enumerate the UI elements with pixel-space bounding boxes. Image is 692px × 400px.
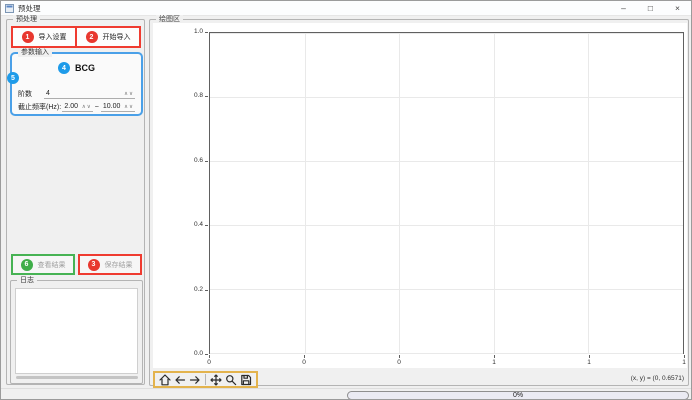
order-label: 阶数 xyxy=(18,89,44,99)
y-gridline xyxy=(210,97,683,98)
mode-row: 4 BCG xyxy=(12,62,141,74)
marker-3: 3 xyxy=(88,259,100,271)
cutoff-range-separator: ~ xyxy=(93,104,101,112)
home-icon[interactable] xyxy=(159,374,171,386)
y-tick-label: 0.8 xyxy=(153,92,203,99)
order-row: 阶数 4 ∧∨ xyxy=(18,88,135,99)
marker-5: 5 xyxy=(7,72,19,84)
spinner-arrows-icon[interactable]: ∧∨ xyxy=(124,91,134,97)
minimize-button[interactable]: – xyxy=(610,1,637,16)
preprocess-group: 预处理 1 导入设置 2 开始导入 参数输入 4 BCG 5 阶数 xyxy=(6,19,145,385)
status-bar: 0% xyxy=(1,388,692,400)
spinner-arrows-icon[interactable]: ∧∨ xyxy=(124,104,134,110)
pan-icon[interactable] xyxy=(210,374,222,386)
cutoff-low-spinbox[interactable]: 2.00 ∧∨ xyxy=(62,101,92,112)
y-tick-label: 1.0 xyxy=(153,28,203,35)
order-spinbox[interactable]: 4 ∧∨ xyxy=(44,88,135,99)
window-title: 预处理 xyxy=(18,3,41,14)
close-button[interactable]: × xyxy=(664,1,691,16)
title-bar: 预处理 – □ × xyxy=(1,1,691,16)
window-controls: – □ × xyxy=(610,1,691,16)
y-tick-label: 0.6 xyxy=(153,157,203,164)
plot-axes xyxy=(209,32,684,354)
cutoff-high-spinbox[interactable]: 10.00 ∧∨ xyxy=(101,101,135,112)
import-button-group: 1 导入设置 2 开始导入 xyxy=(11,26,141,48)
cutoff-row: 截止频率(Hz): 2.00 ∧∨ ~ 10.00 ∧∨ xyxy=(18,101,135,112)
y-gridline xyxy=(210,225,683,226)
save-results-label: 保存结果 xyxy=(105,260,133,270)
log-textarea xyxy=(15,288,138,374)
zoom-icon[interactable] xyxy=(225,374,237,386)
cutoff-label: 截止频率(Hz): xyxy=(18,102,62,112)
y-tick-mark xyxy=(205,290,208,291)
y-gridline xyxy=(210,33,683,34)
view-results-label: 查看结果 xyxy=(38,260,66,270)
back-icon[interactable] xyxy=(174,374,186,386)
import-settings-label: 导入设置 xyxy=(39,32,67,42)
plot-area-group: 绘图区 1.00.80.60.40.20.0000111 (x, y) = (0… xyxy=(149,19,689,386)
y-tick-mark xyxy=(205,96,208,97)
start-import-label: 开始导入 xyxy=(103,32,131,42)
x-tick-mark xyxy=(399,355,400,358)
x-tick-label: 1 xyxy=(578,359,600,366)
x-tick-label: 0 xyxy=(388,359,410,366)
x-tick-mark xyxy=(589,355,590,358)
plot-toolbar xyxy=(153,371,258,388)
log-group-label: 日志 xyxy=(17,276,37,285)
marker-1: 1 xyxy=(22,31,34,43)
forward-icon[interactable] xyxy=(189,374,201,386)
x-tick-mark xyxy=(684,355,685,358)
x-tick-label: 1 xyxy=(483,359,505,366)
x-gridline xyxy=(305,33,306,353)
x-tick-mark xyxy=(494,355,495,358)
app-window: 预处理 – □ × 预处理 1 导入设置 2 开始导入 参数输入 4 xyxy=(0,0,692,400)
preprocess-group-label: 预处理 xyxy=(13,15,40,24)
y-tick-mark xyxy=(205,225,208,226)
marker-2: 2 xyxy=(86,31,98,43)
y-tick-mark xyxy=(205,354,208,355)
progress-bar: 0% xyxy=(347,391,689,400)
import-settings-button[interactable]: 1 导入设置 xyxy=(13,28,75,46)
log-horizontal-scrollbar[interactable] xyxy=(16,376,138,379)
x-gridline xyxy=(494,33,495,353)
x-gridline xyxy=(399,33,400,353)
y-tick-mark xyxy=(205,32,208,33)
marker-4: 4 xyxy=(58,62,70,74)
parameter-group-label: 参数输入 xyxy=(18,48,52,57)
app-icon xyxy=(5,4,14,13)
x-gridline xyxy=(588,33,589,353)
spinner-arrows-icon[interactable]: ∧∨ xyxy=(82,104,92,110)
plot-canvas[interactable]: 1.00.80.60.40.20.0000111 xyxy=(153,23,687,368)
y-tick-label: 0.2 xyxy=(153,286,203,293)
cutoff-high-value: 10.00 xyxy=(103,103,121,110)
y-gridline xyxy=(210,161,683,162)
maximize-button[interactable]: □ xyxy=(637,1,664,16)
x-tick-label: 0 xyxy=(293,359,315,366)
x-tick-mark xyxy=(209,355,210,358)
save-icon[interactable] xyxy=(240,374,252,386)
x-tick-mark xyxy=(304,355,305,358)
y-gridline xyxy=(210,353,683,354)
y-tick-label: 0.4 xyxy=(153,221,203,228)
y-tick-mark xyxy=(205,161,208,162)
view-results-button[interactable]: 6 查看结果 xyxy=(11,254,75,275)
y-tick-label: 0.0 xyxy=(153,350,203,357)
cursor-coordinates-readout: (x, y) = (0, 0.6571) xyxy=(631,375,684,382)
mode-label: BCG xyxy=(75,63,95,73)
order-value: 4 xyxy=(46,90,50,97)
cutoff-low-value: 2.00 xyxy=(64,103,78,110)
marker-6: 6 xyxy=(21,259,33,271)
parameter-input-group: 参数输入 4 BCG 5 阶数 4 ∧∨ 截止频率(Hz): 2.00 ∧∨ ~ xyxy=(10,52,143,116)
x-tick-label: 1 xyxy=(673,359,692,366)
save-results-button[interactable]: 3 保存结果 xyxy=(78,254,142,275)
toolbar-separator xyxy=(205,374,206,385)
x-tick-label: 0 xyxy=(198,359,220,366)
log-group: 日志 xyxy=(10,280,143,384)
y-gridline xyxy=(210,289,683,290)
start-import-button[interactable]: 2 开始导入 xyxy=(77,28,139,46)
